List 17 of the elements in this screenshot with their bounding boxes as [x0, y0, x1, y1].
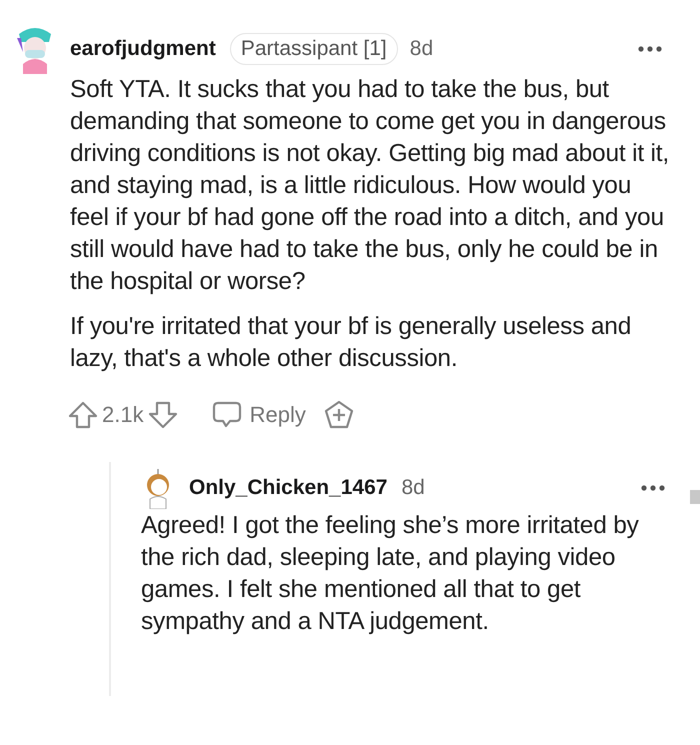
upvote-icon[interactable] — [68, 401, 98, 429]
downvote-icon[interactable] — [148, 401, 178, 429]
vote-count: 2.1k — [102, 402, 144, 428]
timestamp: 8d — [410, 37, 434, 61]
timestamp: 8d — [401, 476, 425, 500]
scrollbar-thumb[interactable] — [690, 490, 700, 504]
user-flair: Partassipant [1] — [230, 33, 398, 65]
comment-text: Soft YTA. It sucks that you had to take the bus, but demanding that someone to come get you in dangerous driving conditions is not okay. Getting big mad about it it, and staying mad, is a little ridiculous. How would you feel if your bf had gone off the road into a ditch, and you still would have had to take the bus, only he could be in the hospital or worse? — [70, 75, 670, 297]
username[interactable]: earofjudgment — [70, 37, 216, 61]
award-icon[interactable] — [324, 400, 354, 430]
more-options-icon[interactable] — [638, 46, 662, 52]
more-options-icon[interactable] — [641, 485, 665, 491]
username[interactable]: Only_Chicken_1467 — [189, 476, 388, 500]
comment-text: Agreed! I got the feeling she’s more irritated by the rich dad, sleeping late, and playing video games. I felt she mentioned all that to get sympathy and a NTA judgement. — [141, 511, 640, 637]
comment-text: If you're irritated that your bf is generally useless and lazy, that's a whole other discussion. — [70, 312, 632, 374]
comment-icon — [212, 401, 242, 429]
reply-button[interactable]: Reply — [212, 401, 306, 429]
